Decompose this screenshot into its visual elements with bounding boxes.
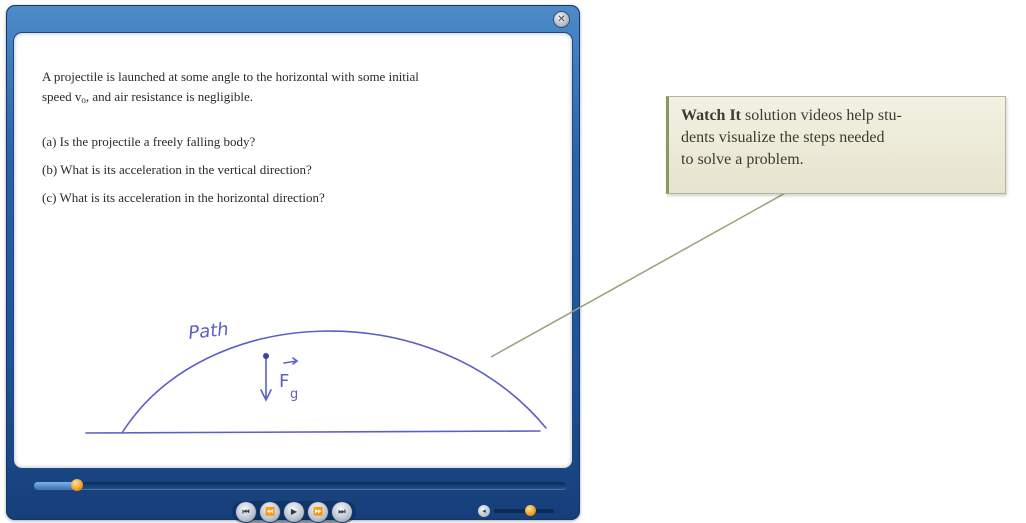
watch-it-callout: Watch It solution videos help stu- dents… xyxy=(666,96,1006,194)
callout-line-2: dents visualize the steps needed xyxy=(681,129,885,146)
callout-line-1: Watch It solution videos help stu- xyxy=(681,105,995,127)
callout-leader-line xyxy=(490,166,834,358)
callout-line-3: to solve a problem. xyxy=(681,151,804,168)
callout-line1-rest: solution videos help stu- xyxy=(741,107,902,124)
callout-bold-text: Watch It xyxy=(681,107,741,124)
